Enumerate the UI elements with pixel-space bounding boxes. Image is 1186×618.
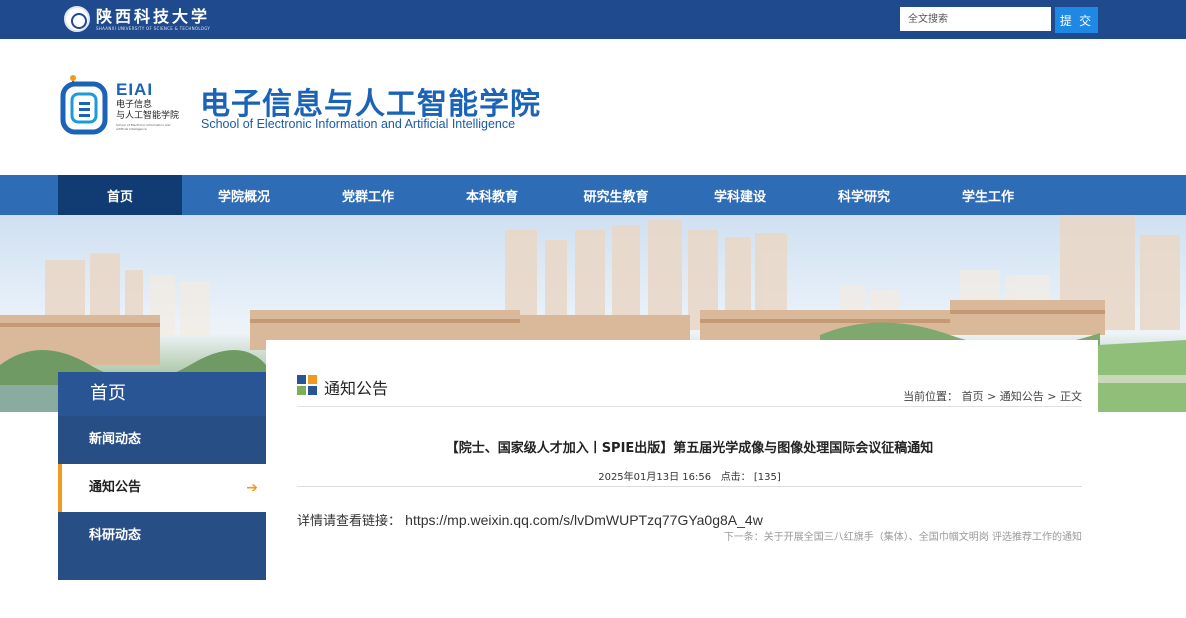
breadcrumb-current: 正文 — [1060, 390, 1082, 403]
top-bar: 陕西科技大学 SHAANXI UNIVERSITY OF SCIENCE & T… — [0, 0, 1186, 39]
breadcrumb: 当前位置： 首页 > 通知公告 > 正文 — [903, 388, 1082, 404]
sidebar-item-label: 通知公告 — [89, 480, 142, 495]
article-body: 详情请查看链接： https://mp.weixin.qq.com/s/lvDm… — [297, 510, 763, 529]
article-title: 【院士、国家级人才加入丨SPIE出版】第五届光学成像与图像处理国际会议征稿通知 — [445, 441, 934, 456]
logo-mark-text: EIAI — [116, 80, 154, 99]
university-logo[interactable]: 陕西科技大学 SHAANXI UNIVERSITY OF SCIENCE & T… — [64, 5, 210, 33]
sidebar-item-label: 新闻动态 — [89, 432, 142, 447]
article-body-label: 详情请查看链接： — [297, 514, 402, 529]
site-header: EIAI 电子信息 与人工智能学院 School of Electronic I… — [0, 39, 1186, 175]
article-body-link[interactable]: https://mp.weixin.qq.com/s/lvDmWUPTzq77G… — [405, 512, 763, 528]
sidebar-title: 首页 — [58, 372, 266, 416]
section-grid-icon — [297, 375, 317, 395]
nav-item-home[interactable]: 首页 — [58, 175, 182, 215]
logo-cn-line2: 与人工智能学院 — [116, 111, 180, 121]
nav-item-research[interactable]: 科学研究 — [802, 175, 926, 215]
college-logo[interactable]: EIAI 电子信息 与人工智能学院 School of Electronic I… — [59, 72, 185, 138]
search-input[interactable] — [900, 7, 1051, 31]
breadcrumb-separator: > — [987, 390, 997, 403]
left-sidebar: 首页 新闻动态 通知公告 ➔ 科研动态 — [58, 372, 266, 580]
nav-item-discipline[interactable]: 学科建设 — [678, 175, 802, 215]
sidebar-item-notices[interactable]: 通知公告 ➔ — [58, 464, 266, 512]
arrow-right-icon: ➔ — [246, 480, 258, 496]
nav-item-about[interactable]: 学院概况 — [182, 175, 306, 215]
article-meta: 2025年01月13日 16:56 点击： [135] — [297, 468, 1082, 483]
nav-item-graduate[interactable]: 研究生教育 — [554, 175, 678, 215]
university-seal-icon — [64, 6, 90, 32]
breadcrumb-home-link[interactable]: 首页 — [962, 390, 984, 403]
next-article-link[interactable]: 下一条：关于开展全国三八红旗手（集体）、全国巾帼文明岗 评选推荐工作的通知 — [724, 528, 1082, 543]
nav-item-undergraduate[interactable]: 本科教育 — [430, 175, 554, 215]
logo-cn-line1: 电子信息 — [116, 100, 153, 110]
logo-en-text: School of Electronic Information and Art… — [116, 123, 171, 131]
sidebar-item-research-news[interactable]: 科研动态 — [58, 512, 266, 560]
article-clicks-count: [135] — [753, 472, 781, 483]
article-date: 2025年01月13日 16:56 — [598, 472, 712, 483]
breadcrumb-separator: > — [1047, 390, 1057, 403]
article-clicks-label: 点击： — [720, 472, 751, 483]
nav-item-students[interactable]: 学生工作 — [926, 175, 1050, 215]
search-submit-button[interactable]: 提 交 — [1055, 7, 1098, 33]
main-content: 通知公告 当前位置： 首页 > 通知公告 > 正文 【院士、国家级人才加入丨SP… — [266, 340, 1098, 618]
sidebar-item-label: 科研动态 — [89, 528, 142, 543]
eiai-emblem-icon — [60, 75, 108, 135]
section-title: 通知公告 — [324, 379, 389, 398]
breadcrumb-label: 当前位置： — [903, 390, 959, 403]
divider — [297, 486, 1082, 487]
divider — [297, 406, 1082, 407]
university-name: 陕西科技大学 — [96, 6, 211, 26]
college-name-en: School of Electronic Information and Art… — [201, 117, 516, 131]
main-nav: 首页 学院概况 党群工作 本科教育 研究生教育 学科建设 科学研究 学生工作 — [0, 175, 1186, 215]
nav-item-party[interactable]: 党群工作 — [306, 175, 430, 215]
sidebar-item-news[interactable]: 新闻动态 — [58, 416, 266, 464]
university-name-en: SHAANXI UNIVERSITY OF SCIENCE & TECHNOLO… — [96, 25, 211, 31]
breadcrumb-section-link[interactable]: 通知公告 — [1000, 390, 1044, 403]
